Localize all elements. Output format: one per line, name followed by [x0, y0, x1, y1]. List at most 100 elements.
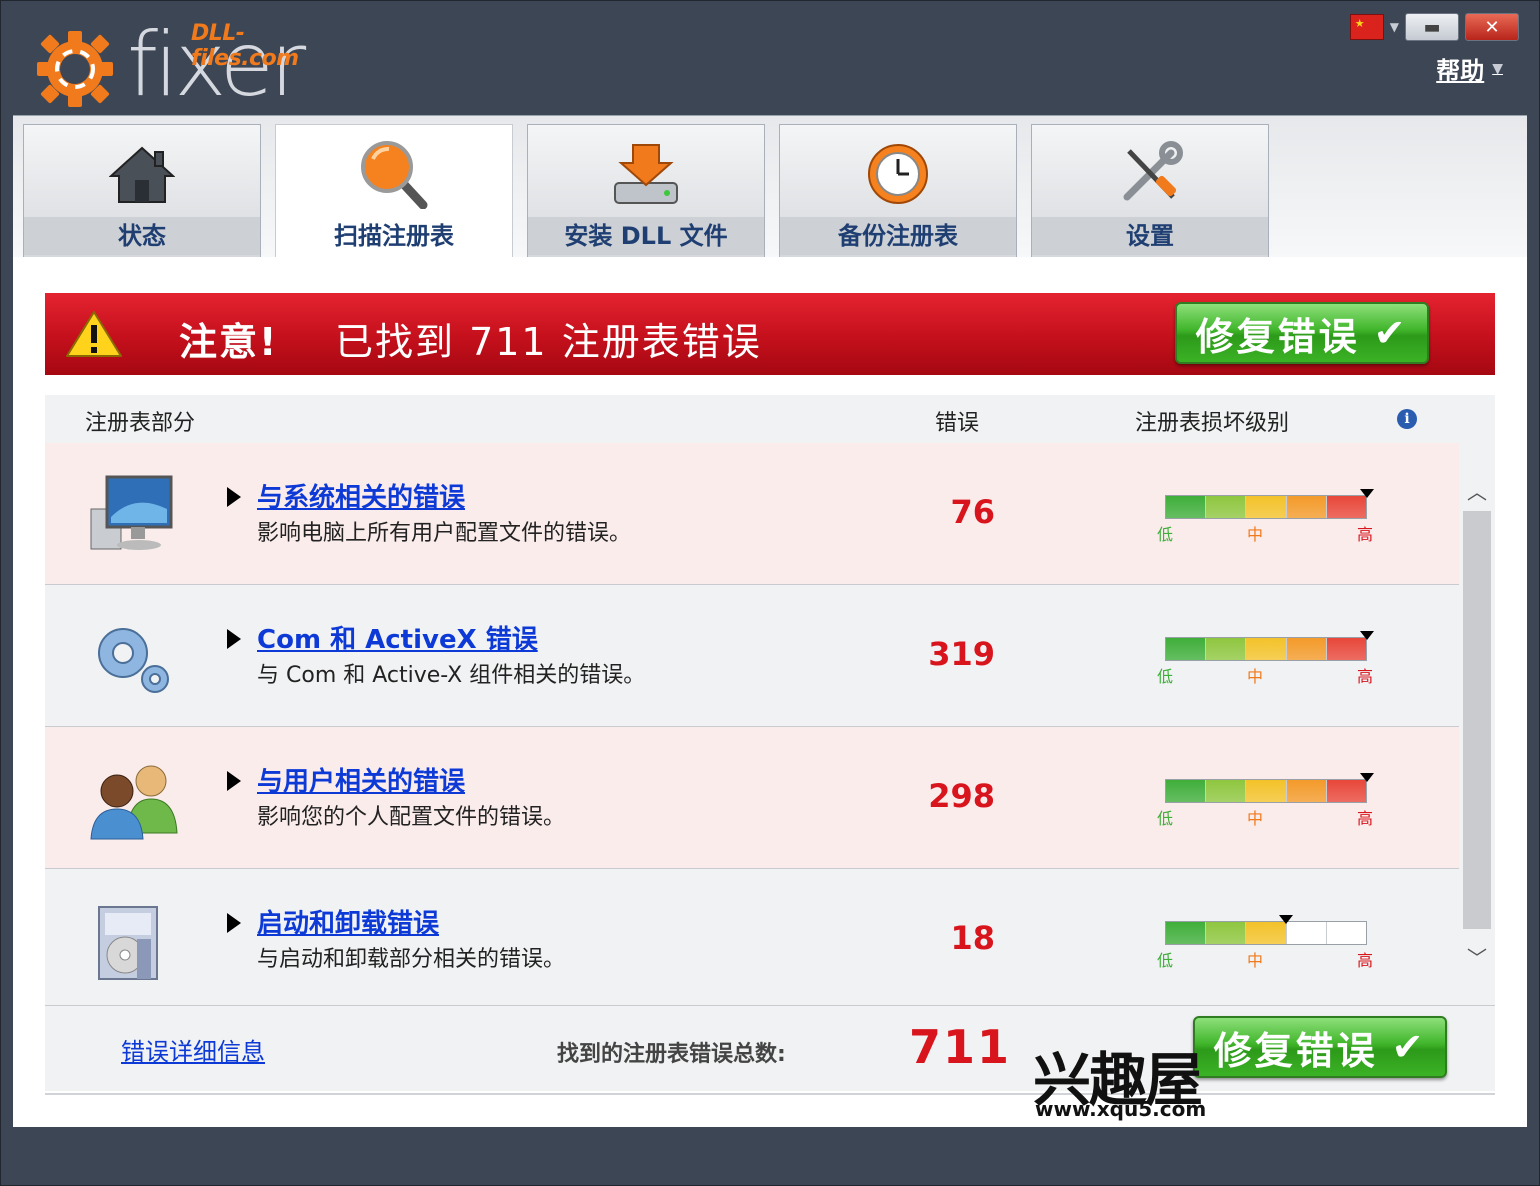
- expand-arrow-icon[interactable]: [227, 913, 241, 933]
- row-error-count: 18: [950, 919, 995, 957]
- row-error-count: 76: [950, 493, 995, 531]
- tab-label: 扫描注册表: [334, 222, 454, 250]
- meter-segment: [1166, 638, 1207, 660]
- row-description: 影响电脑上所有用户配置文件的错误。: [257, 521, 632, 546]
- content-panel: 注意! 已找到 711 注册表错误 修复错误 ✔ 注册表部分 错误 注册表损坏级…: [13, 257, 1527, 1127]
- row-error-count: 298: [928, 777, 995, 815]
- meter-label-high: 高: [1357, 667, 1374, 686]
- damage-meter: 低中高: [1157, 773, 1374, 828]
- fix-errors-label: 修复错误: [1195, 314, 1360, 359]
- download-drive-icon: [611, 139, 681, 209]
- meter-segment: [1166, 922, 1207, 944]
- error-details-link[interactable]: 错误详细信息: [121, 1032, 265, 1067]
- meter-segment: [1286, 780, 1327, 802]
- table-row: 与用户相关的错误 影响您的个人配置文件的错误。 298 低 中 高: [45, 727, 1459, 869]
- meter-segment: [1286, 496, 1327, 518]
- scroll-thumb[interactable]: [1463, 511, 1491, 929]
- minimize-button[interactable]: ▬: [1405, 13, 1459, 41]
- expand-arrow-icon[interactable]: [227, 771, 241, 791]
- alert-attention: 注意!: [179, 320, 279, 364]
- warning-icon: [66, 311, 122, 357]
- tab-scan-registry[interactable]: 扫描注册表: [275, 124, 513, 260]
- tab-label: 设置: [1032, 217, 1268, 255]
- damage-meter: 低中高: [1157, 915, 1373, 970]
- meter-segment: [1206, 922, 1247, 944]
- alert-message: 已找到 711 注册表错误: [335, 320, 762, 364]
- app-logo: fixer DLL-files.com: [31, 13, 321, 115]
- expand-arrow-icon[interactable]: [227, 487, 241, 507]
- scroll-down-icon[interactable]: ﹀: [1459, 931, 1495, 981]
- info-icon[interactable]: i: [1397, 409, 1417, 429]
- clock-backup-icon: [863, 139, 933, 209]
- users-icon: [90, 765, 178, 840]
- table-row: 启动和卸载错误 与启动和卸载部分相关的错误。 18 低 中 高: [45, 869, 1459, 1005]
- meter-segment: [1206, 780, 1247, 802]
- meter-segment: [1166, 780, 1207, 802]
- home-icon: [107, 139, 177, 209]
- meter-pointer-icon: [1360, 773, 1374, 782]
- tab-settings[interactable]: 设置: [1031, 124, 1269, 258]
- meter-segment: [1206, 638, 1247, 660]
- meter-bar: [1165, 921, 1367, 945]
- logo-subtitle: DLL-files.com: [191, 21, 299, 71]
- help-menu[interactable]: 帮助 ▼: [1436, 51, 1503, 86]
- meter-bar: [1165, 495, 1367, 519]
- row-description: 影响您的个人配置文件的错误。: [257, 805, 566, 830]
- row-title-link[interactable]: Com 和 ActiveX 错误: [257, 619, 538, 656]
- installer-box-icon: [98, 906, 158, 980]
- meter-label-high: 高: [1357, 951, 1374, 970]
- row-description: 与 Com 和 Active-X 组件相关的错误。: [257, 663, 646, 688]
- meter-segment: [1326, 780, 1367, 802]
- close-button[interactable]: ✕: [1465, 13, 1519, 41]
- meter-label-low: 低: [1157, 951, 1174, 970]
- row-title-link[interactable]: 启动和卸载错误: [257, 903, 439, 940]
- damage-meter: 低中高: [1157, 489, 1374, 544]
- tab-bar: 状态 扫描注册表 安装 DLL 文件 备份注册表 设置: [13, 115, 1527, 260]
- tab-backup-registry[interactable]: 备份注册表: [779, 124, 1017, 258]
- tab-label: 安装 DLL 文件: [528, 217, 764, 255]
- tools-icon: [1115, 139, 1185, 209]
- meter-segment: [1327, 922, 1366, 944]
- column-errors: 错误: [935, 411, 980, 436]
- meter-bar: [1165, 637, 1367, 661]
- meter-pointer-icon: [1360, 489, 1374, 498]
- meter-label-mid: 中: [1247, 525, 1264, 544]
- table-footer: 错误详细信息 找到的注册表错误总数: 711 修复错误 ✔: [45, 1005, 1495, 1091]
- meter-label-high: 高: [1357, 525, 1374, 544]
- alert-banner: 注意! 已找到 711 注册表错误 修复错误 ✔: [45, 293, 1495, 375]
- meter-segment: [1246, 780, 1287, 802]
- magnifier-icon: [359, 139, 429, 209]
- tab-label: 备份注册表: [780, 217, 1016, 255]
- meter-segment: [1246, 638, 1287, 660]
- watermark-url: www.xqu5.com: [1035, 1097, 1207, 1121]
- help-chevron-down-icon[interactable]: ▼: [1492, 61, 1503, 77]
- meter-label-high: 高: [1357, 809, 1374, 828]
- meter-segment: [1326, 638, 1367, 660]
- vertical-scrollbar[interactable]: ︿ ﹀: [1459, 443, 1495, 1003]
- watermark: 兴趣屋 www.xqu5.com: [1033, 1033, 1233, 1125]
- app-window: fixer DLL-files.com ▼ ▬ ✕ 帮助 ▼ 状态: [0, 0, 1540, 1186]
- meter-label-low: 低: [1157, 667, 1174, 686]
- meter-segment: [1286, 638, 1327, 660]
- tab-status[interactable]: 状态: [23, 124, 261, 258]
- meter-bar: [1165, 779, 1367, 803]
- tab-install-dll[interactable]: 安装 DLL 文件: [527, 124, 765, 258]
- meter-segment: [1246, 922, 1287, 944]
- row-title-link[interactable]: 与用户相关的错误: [257, 761, 465, 798]
- help-label[interactable]: 帮助: [1436, 51, 1484, 86]
- column-damage-level: 注册表损坏级别: [1135, 411, 1290, 436]
- meter-segment: [1326, 496, 1367, 518]
- meter-label-mid: 中: [1247, 951, 1264, 970]
- language-chevron-down-icon[interactable]: ▼: [1390, 20, 1399, 34]
- scroll-up-icon[interactable]: ︿: [1459, 465, 1495, 515]
- fix-errors-button[interactable]: 修复错误 ✔: [1175, 302, 1429, 364]
- row-title-link[interactable]: 与系统相关的错误: [257, 477, 465, 514]
- expand-arrow-icon[interactable]: [227, 629, 241, 649]
- meter-segment: [1287, 922, 1327, 944]
- total-error-count: 711: [909, 1020, 1012, 1074]
- check-icon: ✔: [1373, 311, 1409, 355]
- language-flag-icon[interactable]: [1349, 14, 1384, 40]
- meter-pointer-icon: [1360, 631, 1374, 640]
- table-header: 注册表部分 错误 注册表损坏级别 i: [45, 395, 1495, 443]
- divider: [45, 1093, 1495, 1095]
